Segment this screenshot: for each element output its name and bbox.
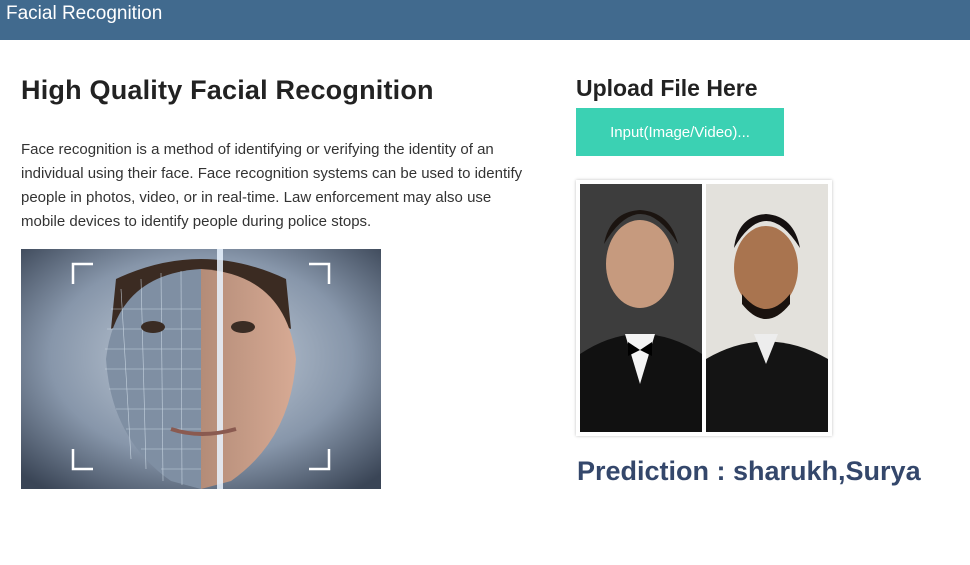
upload-file-button[interactable]: Input(Image/Video)... bbox=[576, 108, 784, 156]
navbar: Facial Recognition bbox=[0, 0, 970, 40]
uploaded-photo-preview bbox=[576, 180, 832, 436]
description-text: Face recognition is a method of identify… bbox=[21, 141, 523, 230]
app-title[interactable]: Facial Recognition bbox=[6, 2, 162, 26]
prediction-result: Prediction : sharukh,Surya bbox=[577, 456, 921, 486]
face-scan-image bbox=[21, 249, 381, 489]
upload-section: Upload File Here Input(Image/Video)... bbox=[576, 70, 966, 156]
upload-title: Upload File Here bbox=[576, 75, 758, 101]
page-heading: High Quality Facial Recognition bbox=[21, 75, 434, 105]
info-section: High Quality Facial Recognition Face rec… bbox=[21, 70, 541, 234]
